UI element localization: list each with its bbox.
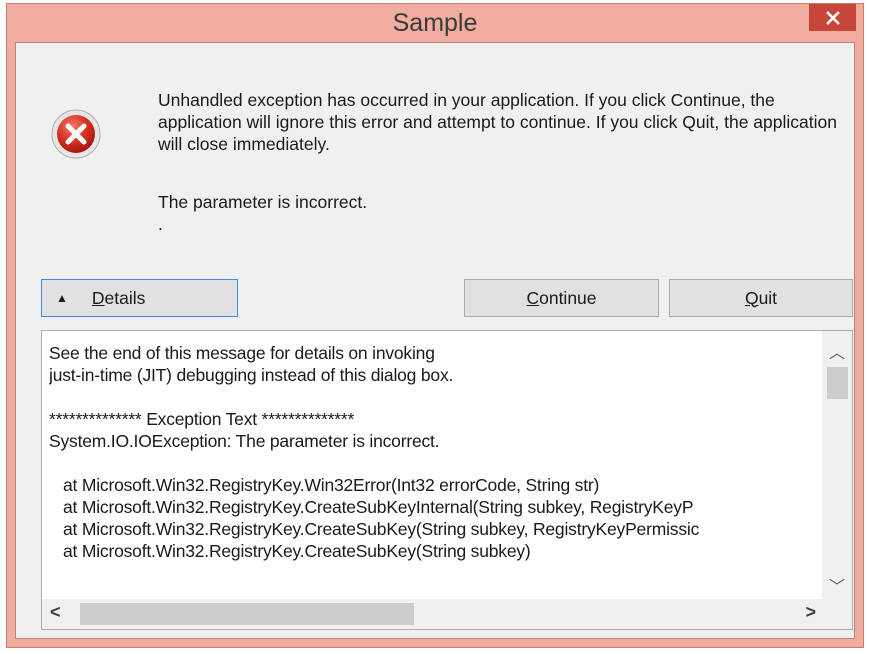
scroll-right-icon[interactable]: > bbox=[805, 602, 816, 623]
vertical-scroll-thumb[interactable] bbox=[827, 367, 848, 399]
scroll-down-icon[interactable]: ﹀ bbox=[822, 573, 852, 597]
window-title: Sample bbox=[392, 9, 478, 37]
continue-button[interactable]: Continue bbox=[464, 279, 659, 317]
exception-details-text: See the end of this message for details … bbox=[49, 343, 700, 561]
continue-button-label: Continue bbox=[526, 287, 597, 308]
collapse-arrow-icon: ▲ bbox=[56, 291, 68, 305]
close-button[interactable] bbox=[809, 4, 856, 31]
error-trailing-text: . bbox=[158, 214, 163, 234]
horizontal-scrollbar[interactable]: < > bbox=[42, 599, 824, 629]
details-button-label: Details bbox=[91, 287, 146, 308]
close-icon bbox=[825, 10, 840, 25]
dialog-window: Sample Unhandled exception has occurred … bbox=[6, 3, 864, 648]
quit-button-label: Quit bbox=[744, 287, 778, 308]
dialog-client-area: Unhandled exception has occurred in your… bbox=[15, 42, 855, 639]
error-icon bbox=[51, 109, 101, 159]
scroll-up-icon[interactable]: ︿ bbox=[822, 339, 852, 363]
scroll-left-icon[interactable]: < bbox=[50, 602, 61, 623]
error-message: Unhandled exception has occurred in your… bbox=[158, 90, 837, 154]
details-button[interactable]: ▲ Details bbox=[41, 279, 238, 317]
vertical-scrollbar[interactable]: ︿ ﹀ bbox=[822, 331, 852, 601]
scrollbar-corner bbox=[822, 599, 852, 629]
horizontal-scroll-thumb[interactable] bbox=[80, 603, 414, 625]
title-bar[interactable]: Sample bbox=[7, 4, 863, 42]
quit-button[interactable]: Quit bbox=[669, 279, 853, 317]
details-textbox[interactable]: See the end of this message for details … bbox=[41, 330, 853, 630]
error-detail-message: The parameter is incorrect. bbox=[158, 192, 368, 212]
